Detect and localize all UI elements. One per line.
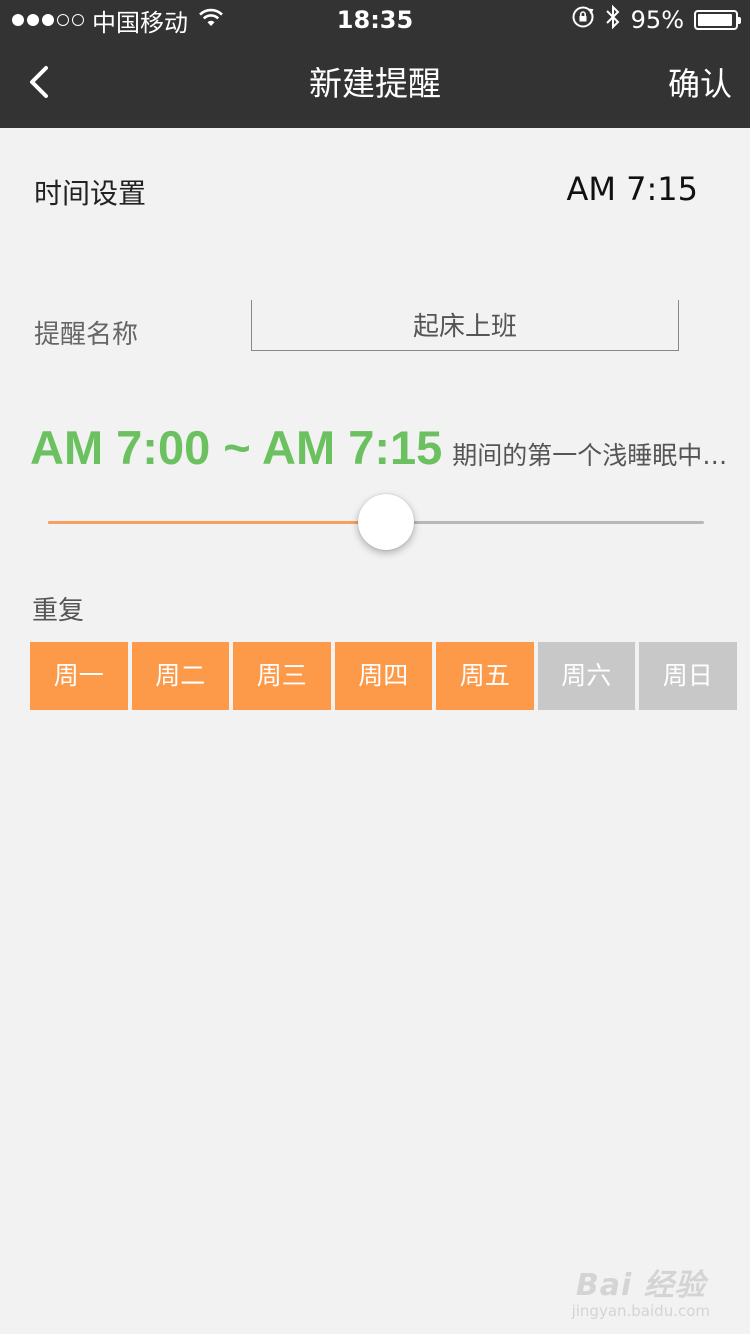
day-monday[interactable]: 周一 <box>30 642 128 710</box>
repeat-days: 周一 周二 周三 周四 周五 周六 周日 <box>30 642 737 710</box>
baidu-jingyan-watermark: Bai 经验 jingyan.baidu.com <box>572 1260 710 1320</box>
battery-icon <box>694 10 741 30</box>
page-title: 新建提醒 <box>309 64 441 103</box>
time-setting-value[interactable]: AM 7:15 <box>566 170 698 208</box>
repeat-label: 重复 <box>32 596 85 626</box>
slider-thumb[interactable] <box>357 494 414 550</box>
nav-bar: 新建提醒 确认 <box>0 40 750 128</box>
time-setting-row[interactable]: 时间设置 AM 7:15 <box>0 150 750 230</box>
time-setting-label: 时间设置 <box>34 177 147 210</box>
watermark-url: jingyan.baidu.com <box>571 1302 710 1320</box>
wake-window-slider[interactable] <box>48 494 704 550</box>
day-saturday[interactable]: 周六 <box>537 642 635 710</box>
reminder-name-input[interactable]: 起床上班 <box>251 300 679 351</box>
day-thursday[interactable]: 周四 <box>334 642 432 710</box>
watermark-logo: Bai 经验 <box>575 1268 706 1303</box>
bluetooth-icon <box>605 4 621 36</box>
rotation-lock-icon <box>571 5 595 35</box>
battery-level <box>698 14 733 26</box>
day-tuesday[interactable]: 周二 <box>131 642 229 710</box>
status-bar-right: 95% <box>571 4 741 36</box>
day-friday[interactable]: 周五 <box>436 642 534 710</box>
reminder-name-row: 提醒名称 起床上班 <box>0 300 750 360</box>
day-sunday[interactable]: 周日 <box>639 642 737 710</box>
wake-window-range: AM 7:00 ~ AM 7:15 <box>30 421 443 474</box>
slider-fill <box>48 521 386 524</box>
wake-window-description: 期间的第一个浅睡眠中… <box>452 441 728 470</box>
status-bar: 中国移动 18:35 95% <box>0 0 750 40</box>
reminder-name-label: 提醒名称 <box>34 320 139 350</box>
confirm-button[interactable]: 确认 <box>668 40 732 128</box>
day-wednesday[interactable]: 周三 <box>233 642 331 710</box>
battery-percent: 95% <box>630 6 684 34</box>
reminder-name-value: 起床上班 <box>412 312 517 342</box>
wake-window: AM 7:00 ~ AM 7:15 期间的第一个浅睡眠中… <box>30 420 727 475</box>
